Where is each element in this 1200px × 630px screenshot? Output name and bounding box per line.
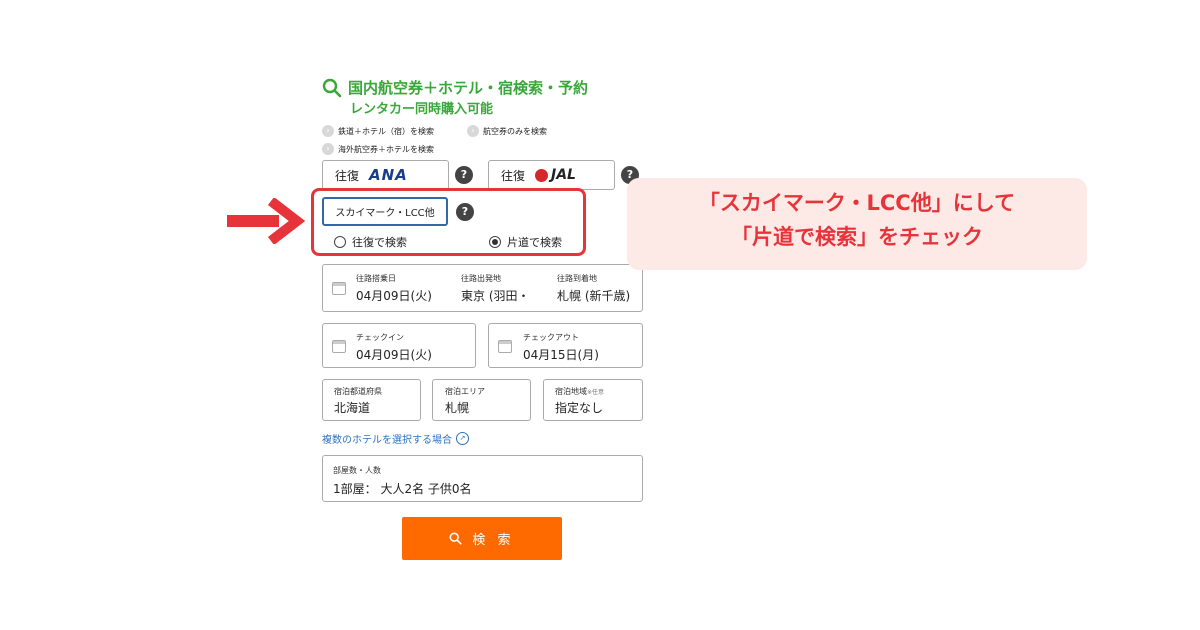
area-select[interactable]: 宿泊エリア 札幌 [432,379,531,421]
round-trip-radio[interactable]: 往復で検索 [334,234,407,250]
one-way-radio[interactable]: 片道で検索 [489,234,562,250]
pointer-arrow-icon [227,198,306,244]
ana-logo: ANA [369,166,408,184]
chevron-right-icon: › [322,143,334,155]
rail-hotel-link[interactable]: › 鉄道＋ホテル（宿）を検索 [322,125,434,137]
search-button[interactable]: 検 索 [402,517,562,560]
rooms-guests-field[interactable]: 部屋数・人数 1部屋： 大人2名 子供0名 [322,455,643,502]
external-link-icon: ↗ [456,432,469,445]
departure-date-field[interactable]: 往路搭乗日 04月09日(火) [356,273,432,304]
jal-logo: JAL [535,167,576,183]
ana-help-icon[interactable]: ? [455,166,473,184]
radio-icon [334,236,346,248]
checkin-field[interactable]: チェックイン 04月09日(火) [322,323,476,368]
page-subtitle: レンタカー同時購入可能 [350,102,494,117]
search-icon [322,78,342,98]
flight-field-group: 往路搭乗日 04月09日(火) 往路出発地 東京 (羽田・ 往路到着地 札幌 (… [322,264,643,312]
lcc-button[interactable]: スカイマーク・LCC他 [322,197,448,226]
annotation-callout: 「スカイマーク・LCC他」にして 「片道で検索」をチェック [627,178,1087,270]
lcc-help-icon[interactable]: ? [456,203,474,221]
air-only-link[interactable]: › 航空券のみを検索 [467,125,547,137]
ana-roundtrip-button[interactable]: 往復 ANA [322,160,449,190]
departure-airport-field[interactable]: 往路出発地 東京 (羽田・ [461,273,537,304]
page-title: 国内航空券＋ホテル・宿検索・予約 [348,79,589,97]
overseas-link[interactable]: › 海外航空券＋ホテルを検索 [322,143,434,155]
jal-roundtrip-button[interactable]: 往復 JAL [488,160,615,190]
calendar-icon [332,282,346,295]
arrival-airport-field[interactable]: 往路到着地 札幌 (新千歳) [557,273,641,304]
chevron-right-icon: › [322,125,334,137]
jal-crane-icon [535,168,549,182]
radio-selected-icon [489,236,501,248]
prefecture-select[interactable]: 宿泊都道府県 北海道 [322,379,421,421]
chevron-right-icon: › [467,125,479,137]
calendar-icon [498,340,512,353]
multi-hotel-link[interactable]: 複数のホテルを選択する場合 ↗ [322,431,469,446]
checkout-field[interactable]: チェックアウト 04月15日(月) [488,323,643,368]
region-select[interactable]: 宿泊地域※任意 指定なし [543,379,643,421]
calendar-icon [332,340,346,353]
search-icon [449,532,462,545]
